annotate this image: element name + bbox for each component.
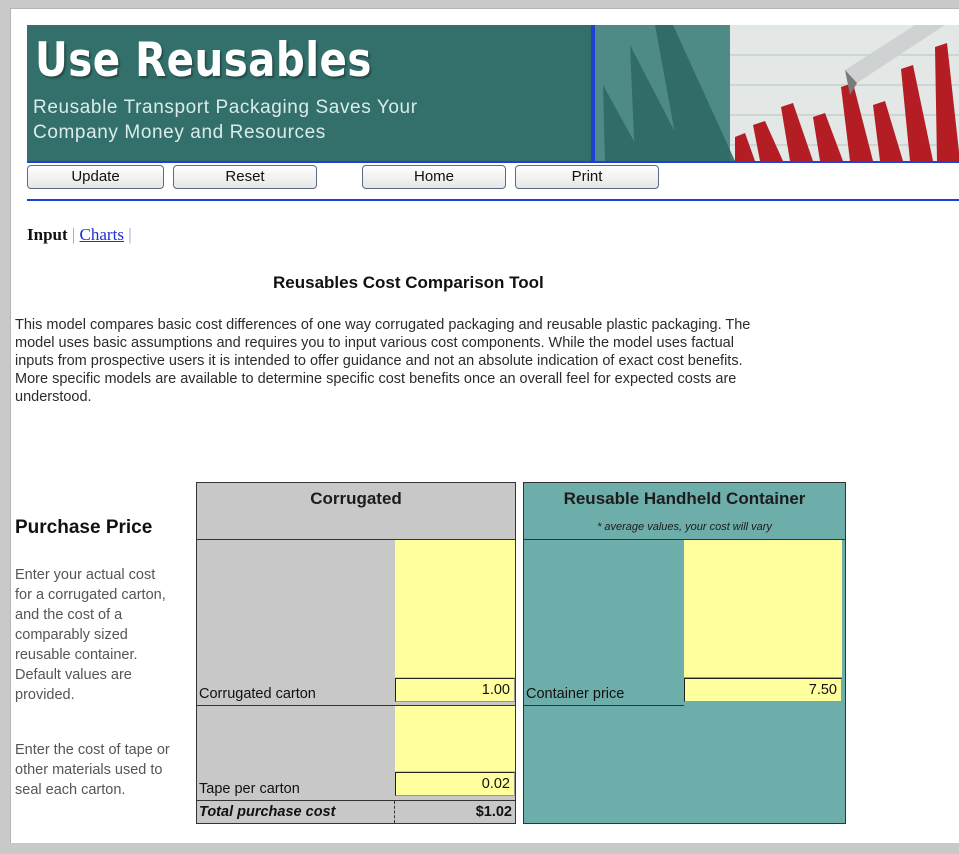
corrugated-header: Corrugated [310,489,402,508]
header-banner: Use Reusables Reusable Transport Packagi… [27,25,959,161]
input-highlight [684,540,842,677]
help-line: Default values are [15,667,132,683]
help-line: for a corrugated carton, [15,587,166,603]
toolbar-top-rule [27,161,959,163]
input-highlight [395,540,515,677]
container-price-input[interactable] [684,678,842,702]
help-line: other materials used to [15,762,163,778]
purchase-price-help: Enter your actual cost for a corrugated … [15,565,166,705]
section-title: Purchase Price [15,517,153,538]
page: Use Reusables Reusable Transport Packagi… [10,8,959,843]
corrugated-panel: Corrugated Corrugated carton Tape per ca… [196,482,516,824]
tagline-line-2: Company Money and Resources [33,122,326,143]
help-line: seal each carton. [15,782,126,798]
tab-separator: | [71,225,76,244]
help-line: reusable container. [15,647,138,663]
intro-line: model uses basic assumptions and require… [15,335,734,351]
tagline-line-1: Reusable Transport Packaging Saves Your [33,97,418,118]
tape-per-carton-input[interactable] [395,772,515,796]
reusable-header: Reusable Handheld Container [563,489,806,508]
corrugated-carton-label: Corrugated carton [199,686,316,702]
banner-chart-pen-illustration [595,25,959,161]
panel-divider [197,800,515,801]
corrugated-carton-input[interactable] [395,678,515,702]
reusable-panel: Reusable Handheld Container * average va… [523,482,846,824]
intro-paragraph: This model compares basic cost differenc… [15,316,855,406]
help-line: provided. [15,687,75,703]
input-highlight [395,706,515,771]
total-purchase-cost-value: $1.02 [475,804,512,820]
help-line: Enter the cost of tape or [15,742,170,758]
total-purchase-cost-label: Total purchase cost [199,804,336,820]
help-line: and the cost of a [15,607,123,623]
intro-line: understood. [15,389,92,405]
help-line: comparably sized [15,627,128,643]
container-price-label: Container price [526,686,625,702]
intro-line: More specific models are available to de… [15,371,737,387]
average-values-note: * average values, your cost will vary [597,521,772,533]
tab-bar: Input | Charts | [27,225,132,245]
tape-per-carton-label: Tape per carton [199,781,300,797]
total-cell-divider [394,801,395,823]
help-line: Enter your actual cost [15,567,156,583]
intro-line: This model compares basic cost differenc… [15,317,751,333]
reset-button[interactable]: Reset [173,165,317,189]
brand-tagline: Reusable Transport Packaging Saves Your … [33,95,418,145]
intro-line: inputs from prospective users it is inte… [15,353,743,369]
tape-help: Enter the cost of tape or other material… [15,740,170,800]
tab-charts[interactable]: Charts [80,225,124,244]
print-button[interactable]: Print [515,165,659,189]
home-button[interactable]: Home [362,165,506,189]
panel-divider [524,705,684,706]
tab-input: Input [27,225,68,244]
page-title: Reusables Cost Comparison Tool [273,273,544,292]
toolbar-bottom-rule [27,199,959,201]
tab-separator: | [128,225,132,244]
brand-title: Use Reusables [35,33,372,88]
update-button[interactable]: Update [27,165,164,189]
